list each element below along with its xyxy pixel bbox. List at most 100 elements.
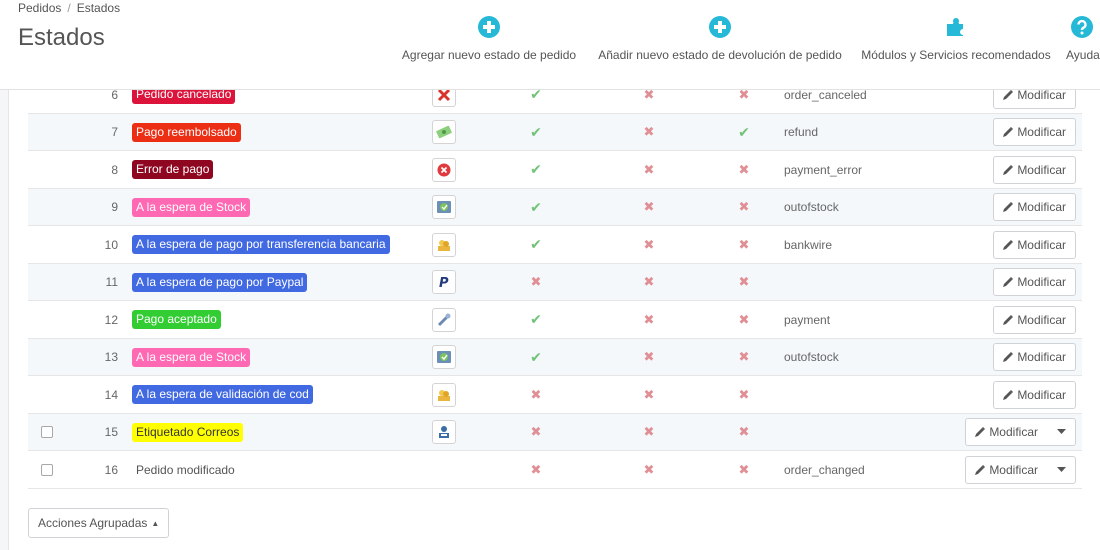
invoice-flag[interactable]: ✖: [732, 414, 756, 452]
invoice-flag[interactable]: ✔: [732, 114, 756, 152]
invoice-flag[interactable]: ✖: [732, 301, 756, 339]
edit-button[interactable]: Modificar: [993, 193, 1076, 222]
edit-button-label: Modificar: [1017, 350, 1066, 365]
edit-button[interactable]: Modificar: [993, 268, 1076, 297]
pencil-icon: [1003, 202, 1014, 213]
edit-button[interactable]: Modificar: [993, 380, 1076, 409]
send-email-flag[interactable]: ✖: [524, 451, 548, 489]
invoice-flag[interactable]: ✖: [732, 264, 756, 302]
delivery-flag[interactable]: ✖: [637, 339, 661, 377]
row-actions: Modificar: [993, 151, 1076, 189]
cross-icon: ✖: [738, 386, 750, 402]
cross-icon: ✖: [643, 311, 655, 327]
row-checkbox-cell: [41, 339, 57, 377]
invoice-flag[interactable]: ✖: [732, 339, 756, 377]
state-icon-cell: [431, 414, 457, 452]
delivery-flag[interactable]: ✖: [637, 301, 661, 339]
add-return-state-label: Añadir nuevo estado de devolución de ped…: [598, 48, 842, 62]
delivery-flag[interactable]: ✖: [637, 414, 661, 452]
send-email-flag[interactable]: ✔: [524, 301, 548, 339]
email-template: payment_error: [784, 162, 863, 177]
row-checkbox-cell: [41, 226, 57, 264]
state-icon-cell: P: [431, 264, 457, 302]
row-actions: Modificar: [965, 414, 1076, 452]
state-badge: Error de pago: [132, 160, 214, 180]
table-row: 16 Pedido modificado ✖ ✖ ✖ order_changed…: [28, 451, 1082, 489]
left-sidebar-rail: [0, 90, 9, 550]
delivery-flag[interactable]: ✖: [637, 264, 661, 302]
row-checkbox-cell: [41, 151, 57, 189]
table-row: 9 A la espera de Stock ✔ ✖ ✖ outofstock …: [28, 188, 1082, 227]
edit-button[interactable]: Modificar: [993, 155, 1076, 184]
cross-icon: ✖: [738, 424, 750, 440]
edit-button[interactable]: Modificar: [993, 305, 1076, 334]
pencil-icon: [1003, 352, 1014, 363]
send-email-flag[interactable]: ✔: [524, 151, 548, 189]
row-checkbox-cell: [41, 301, 57, 339]
send-email-flag[interactable]: ✖: [524, 414, 548, 452]
add-return-state-button[interactable]: Añadir nuevo estado de devolución de ped…: [593, 16, 847, 62]
delivery-flag[interactable]: ✖: [637, 226, 661, 264]
edit-button[interactable]: Modificar: [993, 343, 1076, 372]
edit-button[interactable]: Modificar: [993, 230, 1076, 259]
bulk-actions-label: Acciones Agrupadas: [38, 516, 148, 530]
state-name-cell: A la espera de validación de cod: [132, 376, 313, 414]
delivery-flag[interactable]: ✖: [637, 451, 661, 489]
send-email-flag[interactable]: ✔: [524, 189, 548, 227]
check-icon: ✔: [738, 123, 750, 140]
cross-icon: ✖: [530, 386, 542, 402]
help-label: Ayuda: [1066, 48, 1100, 62]
delivery-flag[interactable]: ✖: [637, 189, 661, 227]
add-order-state-button[interactable]: Agregar nuevo estado de pedido: [398, 16, 580, 62]
email-template: payment: [784, 312, 831, 327]
delivery-flag[interactable]: ✖: [637, 376, 661, 414]
invoice-flag[interactable]: ✖: [732, 189, 756, 227]
breadcrumb-separator: /: [67, 1, 71, 15]
puzzle-icon: [947, 18, 963, 36]
payment-accepted-icon: [432, 307, 456, 332]
help-button[interactable]: Ayuda: [1066, 16, 1100, 62]
state-icon-cell: [431, 151, 457, 189]
state-id: 12: [104, 312, 118, 327]
state-badge: A la espera de pago por Paypal: [132, 272, 308, 292]
state-badge: A la espera de Stock: [132, 197, 251, 217]
breadcrumb-parent[interactable]: Pedidos: [18, 1, 61, 15]
state-name: Pedido modificado: [136, 462, 235, 477]
send-email-flag[interactable]: ✔: [524, 226, 548, 264]
cod-icon: [432, 382, 456, 407]
row-actions: Modificar: [993, 339, 1076, 377]
row-checkbox[interactable]: [41, 426, 53, 439]
caret-down-icon[interactable]: [1047, 419, 1075, 445]
state-name-cell: Pago reembolsado: [132, 114, 241, 152]
row-actions: Modificar: [993, 114, 1076, 152]
row-actions: Modificar: [993, 226, 1076, 264]
invoice-flag[interactable]: ✖: [732, 226, 756, 264]
send-email-flag[interactable]: ✖: [524, 264, 548, 302]
email-template: refund: [784, 125, 819, 140]
edit-button[interactable]: Modificar: [965, 455, 1076, 484]
invoice-flag[interactable]: ✖: [732, 376, 756, 414]
cross-icon: ✖: [643, 349, 655, 365]
invoice-flag[interactable]: ✖: [732, 451, 756, 489]
send-email-flag[interactable]: ✔: [524, 114, 548, 152]
send-email-flag[interactable]: ✖: [524, 376, 548, 414]
send-email-flag[interactable]: ✔: [524, 339, 548, 377]
state-id: 9: [111, 200, 118, 215]
correos-icon: [432, 420, 456, 445]
delivery-flag[interactable]: ✖: [637, 151, 661, 189]
row-actions: Modificar: [965, 451, 1076, 489]
bulk-actions-button[interactable]: Acciones Agrupadas ▲: [28, 508, 170, 538]
invoice-flag[interactable]: ✖: [732, 151, 756, 189]
state-name-cell: A la espera de Stock: [132, 339, 251, 377]
edit-button[interactable]: Modificar: [993, 118, 1076, 147]
edit-button[interactable]: Modificar: [965, 418, 1076, 447]
delivery-flag[interactable]: ✖: [637, 114, 661, 152]
row-checkbox[interactable]: [41, 463, 53, 476]
caret-down-icon[interactable]: [1047, 457, 1075, 483]
recommended-modules-button[interactable]: Módulos y Servicios recomendados: [858, 16, 1054, 62]
state-name-cell: A la espera de pago por Paypal: [132, 264, 308, 302]
plus-circle-icon: [478, 16, 500, 38]
table-row: 12 Pago aceptado ✔ ✖ ✖ payment Modificar: [28, 301, 1082, 339]
email-template: order_changed: [784, 462, 865, 477]
table-row: 14 A la espera de validación de cod ✖ ✖ …: [28, 376, 1082, 414]
